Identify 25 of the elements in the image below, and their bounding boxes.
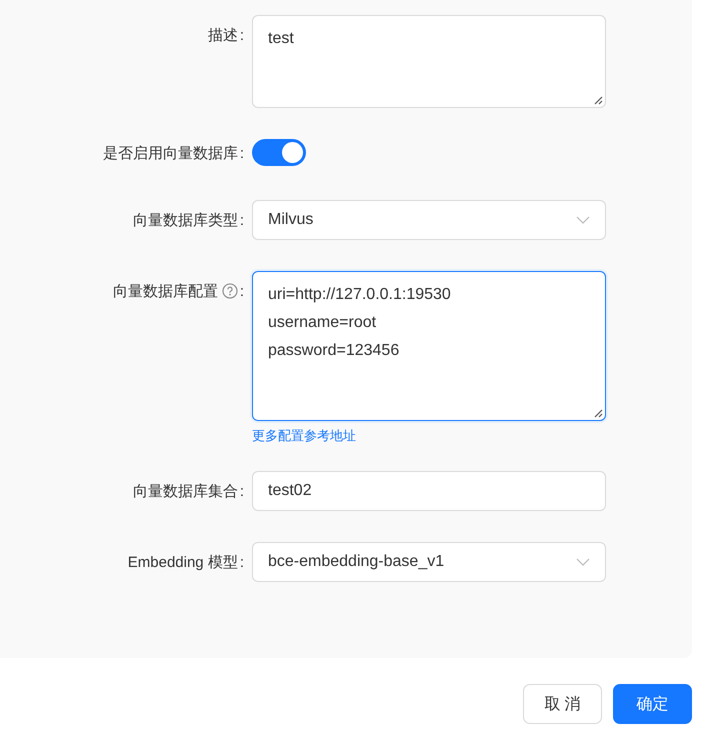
label-colon: : xyxy=(240,26,244,44)
field-label: 描述 xyxy=(208,26,238,44)
select-field[interactable]: Milvus xyxy=(252,200,606,240)
toggle-switch[interactable] xyxy=(252,139,306,166)
field-label: 向量数据库类型 xyxy=(132,210,238,230)
field-label: 向量数据库集合 xyxy=(132,482,238,500)
reference-link[interactable]: 更多配置参考地址 xyxy=(252,427,356,445)
resize-handle-icon xyxy=(593,95,603,105)
field-label: 是否启用向量数据库 xyxy=(102,144,238,162)
label-colon: : xyxy=(240,212,244,228)
field-label: 向量数据库配置 xyxy=(112,282,218,300)
label-colon: : xyxy=(240,554,244,570)
text-area[interactable]: test xyxy=(252,15,606,108)
chevron-down-icon xyxy=(576,558,590,566)
input-field[interactable]: test02 xyxy=(252,471,606,511)
cancel-button[interactable]: 取 消 xyxy=(523,684,602,724)
field-label: Embedding 模型 xyxy=(128,552,238,572)
label-colon: : xyxy=(240,144,244,162)
label-colon: : xyxy=(240,482,244,500)
select-field[interactable]: bce-embedding-base_v1 xyxy=(252,542,606,582)
chevron-down-icon xyxy=(576,216,590,224)
confirm-button[interactable]: 确定 xyxy=(613,684,692,724)
label-colon: : xyxy=(240,282,244,300)
text-area[interactable]: uri=http://127.0.0.1:19530 username=root password=123456 xyxy=(252,271,606,421)
resize-handle-icon xyxy=(593,408,603,418)
